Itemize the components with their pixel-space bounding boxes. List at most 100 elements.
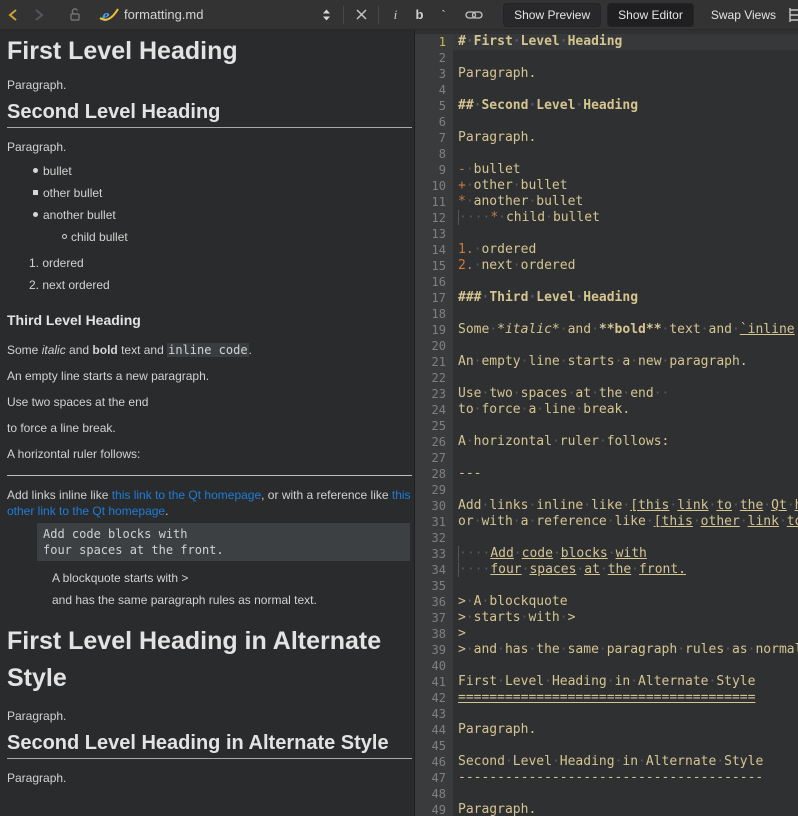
editor-line[interactable]: 30Add·links·inline·like·[this·link·to·th… — [415, 498, 798, 514]
editor-line[interactable]: 48 — [415, 786, 798, 802]
editor-line-text[interactable]: Some·*italic*·and·**bold**·text·and·`inl… — [453, 322, 798, 338]
editor-line[interactable]: 32 — [415, 530, 798, 546]
italic-button[interactable]: i — [383, 7, 407, 23]
editor-line-text[interactable]: ###·Third·Level·Heading — [453, 290, 798, 306]
editor-line[interactable]: 46Second·Level·Heading·in·Alternate·Styl… — [415, 754, 798, 770]
editor-line[interactable]: 34····four·spaces·at·the·front. — [415, 562, 798, 578]
editor-line[interactable]: 26A·horizontal·ruler·follows: — [415, 434, 798, 450]
editor-line[interactable]: 141.·ordered — [415, 242, 798, 258]
editor-line-text[interactable]: ##·Second·Level·Heading — [453, 98, 798, 114]
editor-line-text[interactable]: *·another·bullet — [453, 194, 798, 210]
editor-line-text[interactable] — [453, 658, 798, 674]
editor-line-text[interactable] — [453, 418, 798, 434]
editor-line-text[interactable]: ····Add·code·blocks·with — [453, 546, 798, 562]
editor-line-text[interactable] — [453, 738, 798, 754]
editor-line-text[interactable] — [453, 306, 798, 322]
editor-line-text[interactable]: An·empty·line·starts·a·new·paragraph. — [453, 354, 798, 370]
editor-line-text[interactable] — [453, 226, 798, 242]
editor-line-text[interactable] — [453, 338, 798, 354]
document-title[interactable]: formatting.md — [124, 7, 203, 22]
editor-line-text[interactable]: ····*·child·bullet — [453, 210, 798, 226]
editor-line[interactable]: 33····Add·code·blocks·with — [415, 546, 798, 562]
editor-line[interactable]: 38> — [415, 626, 798, 642]
editor-line[interactable]: 23Use·two·spaces·at·the·end·· — [415, 386, 798, 402]
editor-line-text[interactable]: or·with·a·reference·like·[this·other·lin… — [453, 514, 798, 530]
editor-line-text[interactable]: --------------------------------------- — [453, 770, 798, 786]
editor-line[interactable]: 16 — [415, 274, 798, 290]
editor-line-text[interactable]: Paragraph. — [453, 130, 798, 146]
link-icon[interactable] — [461, 2, 487, 28]
editor-line[interactable]: 19Some·*italic*·and·**bold**·text·and·`i… — [415, 322, 798, 338]
editor-line-text[interactable]: Paragraph. — [453, 802, 798, 816]
editor-line-text[interactable] — [453, 370, 798, 386]
editor-line-text[interactable] — [453, 482, 798, 498]
editor-line-text[interactable]: >·starts·with·> — [453, 610, 798, 626]
editor-line[interactable]: 44Paragraph. — [415, 722, 798, 738]
editor-line[interactable]: 3Paragraph. — [415, 66, 798, 82]
editor-line-text[interactable]: --- — [453, 466, 798, 482]
editor-line-text[interactable]: >·and·has·the·same·paragraph·rules·as·no… — [453, 642, 798, 658]
editor-line[interactable]: 24to·force·a·line·break. — [415, 402, 798, 418]
editor-line-text[interactable] — [453, 706, 798, 722]
editor-line-text[interactable]: #·First·Level·Heading — [453, 34, 798, 50]
editor-line-text[interactable]: to·force·a·line·break. — [453, 402, 798, 418]
editor-line-text[interactable]: -·bullet — [453, 162, 798, 178]
editor-line-text[interactable]: Add·links·inline·like·[this·link·to·the·… — [453, 498, 798, 514]
editor-line[interactable]: 31or·with·a·reference·like·[this·other·l… — [415, 514, 798, 530]
editor-line-text[interactable]: ····four·spaces·at·the·front. — [453, 562, 798, 578]
show-editor-button[interactable]: Show Editor — [607, 3, 694, 27]
editor-line[interactable]: 29 — [415, 482, 798, 498]
editor-line-text[interactable] — [453, 274, 798, 290]
editor-line[interactable]: 11*·another·bullet — [415, 194, 798, 210]
editor-line-text[interactable] — [453, 530, 798, 546]
editor-line[interactable]: 2 — [415, 50, 798, 66]
editor-line[interactable]: 27 — [415, 450, 798, 466]
editor-line-text[interactable]: Second·Level·Heading·in·Alternate·Style — [453, 754, 798, 770]
editor-line[interactable]: 22 — [415, 370, 798, 386]
editor-line[interactable]: 7Paragraph. — [415, 130, 798, 146]
editor-line[interactable]: 152.·next·ordered — [415, 258, 798, 274]
bold-button[interactable]: b — [407, 7, 431, 22]
editor-line[interactable]: 8 — [415, 146, 798, 162]
editor-line-text[interactable]: Paragraph. — [453, 722, 798, 738]
editor-line[interactable]: 28--- — [415, 466, 798, 482]
editor-line[interactable]: 12····*·child·bullet — [415, 210, 798, 226]
document-dropdown-icon[interactable] — [313, 2, 339, 28]
editor-line[interactable]: 37>·starts·with·> — [415, 610, 798, 626]
editor-line-text[interactable]: 2.·next·ordered — [453, 258, 798, 274]
editor-line[interactable]: 21An·empty·line·starts·a·new·paragraph. — [415, 354, 798, 370]
editor-line[interactable]: 13 — [415, 226, 798, 242]
editor-line-text[interactable]: A·horizontal·ruler·follows: — [453, 434, 798, 450]
editor-line[interactable]: 43 — [415, 706, 798, 722]
editor-line[interactable]: 25 — [415, 418, 798, 434]
editor-line[interactable]: 40 — [415, 658, 798, 674]
editor-line-text[interactable] — [453, 146, 798, 162]
clipped-toolbar-icon[interactable] — [789, 2, 798, 28]
editor-line[interactable]: 18 — [415, 306, 798, 322]
editor-line[interactable]: 6 — [415, 114, 798, 130]
editor-line[interactable]: 45 — [415, 738, 798, 754]
editor-line[interactable]: 9-·bullet — [415, 162, 798, 178]
editor-line-text[interactable]: 1.·ordered — [453, 242, 798, 258]
qt-homepage-link[interactable]: this link to the Qt homepage — [112, 488, 261, 502]
editor-line[interactable]: 20 — [415, 338, 798, 354]
editor-line[interactable]: 35 — [415, 578, 798, 594]
editor-line[interactable]: 41First·Level·Heading·in·Alternate·Style — [415, 674, 798, 690]
editor-line[interactable]: 42====================================== — [415, 690, 798, 706]
editor-line[interactable]: 36>·A·blockquote — [415, 594, 798, 610]
editor-line-text[interactable] — [453, 82, 798, 98]
editor-line-text[interactable]: Use·two·spaces·at·the·end·· — [453, 386, 798, 402]
editor-line-text[interactable] — [453, 114, 798, 130]
editor-line[interactable]: 17###·Third·Level·Heading — [415, 290, 798, 306]
markdown-preview-pane[interactable]: First Level Heading Paragraph. Second Le… — [0, 30, 415, 816]
show-preview-button[interactable]: Show Preview — [503, 3, 601, 27]
editor-line[interactable]: 4 — [415, 82, 798, 98]
editor-line-text[interactable] — [453, 450, 798, 466]
editor-line[interactable]: 10+·other·bullet — [415, 178, 798, 194]
close-icon[interactable] — [348, 2, 374, 28]
back-icon[interactable] — [0, 2, 26, 28]
editor-line[interactable]: 47--------------------------------------… — [415, 770, 798, 786]
editor-line[interactable]: 1#·First·Level·Heading — [415, 34, 798, 50]
editor-line-text[interactable]: +·other·bullet — [453, 178, 798, 194]
editor-line-text[interactable] — [453, 786, 798, 802]
